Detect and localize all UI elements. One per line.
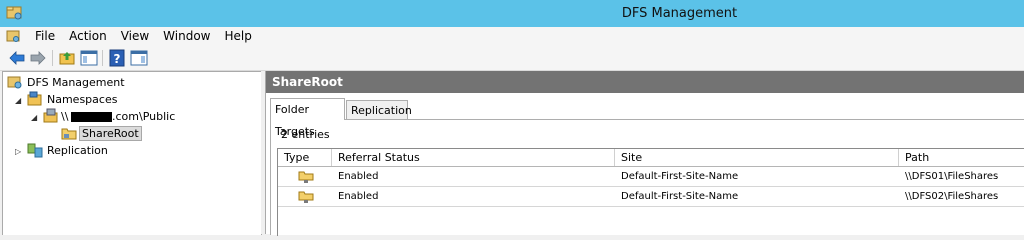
results-pane-title: ShareRoot: [266, 71, 1024, 93]
path-cell: \\DFS02\FileShares: [905, 191, 999, 202]
toolbar: ?: [0, 46, 1024, 71]
column-header-type[interactable]: Type: [278, 149, 332, 166]
mmc-system-menu-icon[interactable]: [6, 29, 21, 44]
namespace-suffix: .com\Public: [112, 110, 176, 123]
namespace-server-icon: [43, 108, 58, 123]
up-folder-icon[interactable]: [58, 49, 76, 67]
namespaces-icon: [27, 91, 42, 106]
toolbar-separator: [102, 50, 103, 66]
tab-folder-targets[interactable]: Folder Targets: [270, 98, 345, 138]
results-pane: ShareRoot Folder Targets Replication 2 e…: [265, 71, 1024, 236]
expanded-chevron-icon[interactable]: ◢: [15, 92, 21, 109]
site-cell: Default-First-Site-Name: [621, 191, 739, 202]
title-bar: DFS Management: [0, 0, 1024, 27]
folder-icon: [61, 128, 77, 140]
menu-window[interactable]: Window: [156, 27, 217, 46]
tree-label-dfs-management: DFS Management: [27, 76, 125, 89]
tree-item-namespaces[interactable]: ◢ Namespaces: [15, 91, 119, 108]
tree-item-dfs-management[interactable]: DFS Management: [7, 74, 127, 91]
tab-replication[interactable]: Replication: [346, 100, 412, 120]
referral-status-cell: Enabled: [338, 171, 379, 182]
menu-file[interactable]: File: [28, 27, 62, 46]
path-cell: \\DFS01\FileShares: [905, 171, 999, 182]
tree-label-replication: Replication: [47, 144, 108, 157]
svg-text:?: ?: [114, 52, 121, 66]
menu-help[interactable]: Help: [218, 27, 259, 46]
table-row[interactable]: Enabled Default-First-Site-Name \\DFS02\…: [278, 187, 1024, 207]
folder-target-icon: [298, 191, 314, 203]
console-tree: DFS Management ◢ Namespaces ◢ \\ .com\Pu…: [2, 71, 262, 235]
folder-targets-tab-content: 2 entries Type Referral Status Site Path…: [270, 119, 1024, 236]
redacted-domain-bar: [71, 112, 112, 122]
menu-view[interactable]: View: [114, 27, 156, 46]
help-icon[interactable]: ?: [108, 49, 126, 67]
column-header-referral-status[interactable]: Referral Status: [332, 149, 615, 166]
tree-item-shareroot[interactable]: ShareRoot: [61, 125, 142, 142]
table-row[interactable]: Enabled Default-First-Site-Name \\DFS01\…: [278, 167, 1024, 187]
list-header: Type Referral Status Site Path: [278, 149, 1024, 167]
menu-action[interactable]: Action: [62, 27, 114, 46]
referral-status-cell: Enabled: [338, 191, 379, 202]
back-icon[interactable]: [8, 49, 26, 67]
menu-bar: File Action View Window Help: [0, 27, 1024, 46]
column-header-path[interactable]: Path: [899, 149, 1024, 166]
expanded-chevron-icon[interactable]: ◢: [31, 109, 37, 126]
forward-icon[interactable]: [29, 49, 47, 67]
tree-item-replication[interactable]: ▷ Replication: [15, 142, 110, 159]
column-header-site[interactable]: Site: [615, 149, 899, 166]
replication-icon: [27, 143, 43, 158]
show-hide-console-tree-icon[interactable]: [80, 49, 98, 67]
dfs-management-icon: [7, 76, 22, 89]
window-title: DFS Management: [621, 6, 738, 21]
tree-label-namespaces: Namespaces: [47, 93, 118, 106]
collapsed-chevron-icon[interactable]: ▷: [15, 143, 21, 160]
namespace-prefix: \\: [61, 110, 69, 123]
folder-target-icon: [298, 171, 314, 183]
site-cell: Default-First-Site-Name: [621, 171, 739, 182]
tree-label-shareroot: ShareRoot: [79, 126, 142, 141]
toolbar-separator: [52, 50, 53, 66]
folder-targets-list: Type Referral Status Site Path Enabled D…: [277, 148, 1024, 236]
show-hide-action-pane-icon[interactable]: [130, 49, 148, 67]
